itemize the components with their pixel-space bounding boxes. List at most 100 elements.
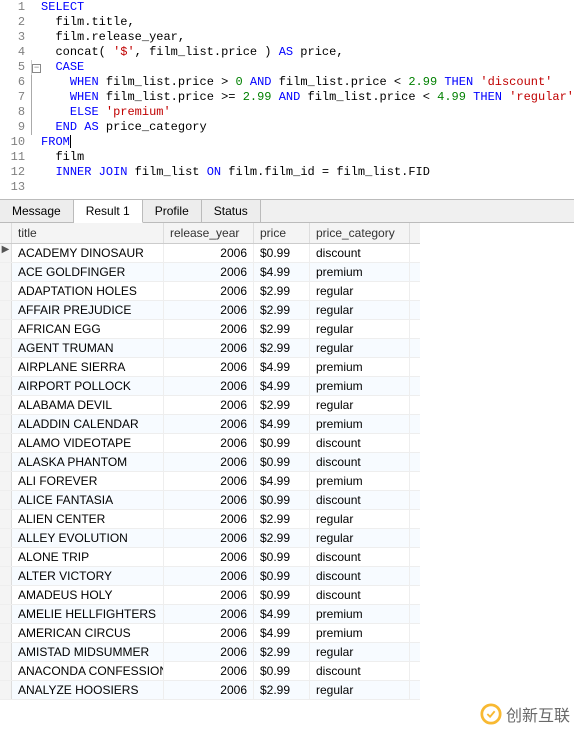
cell-price[interactable]: $4.99 bbox=[254, 605, 310, 623]
cell-price_category[interactable]: premium bbox=[310, 605, 410, 623]
table-row[interactable]: ALAMO VIDEOTAPE2006$0.99discount bbox=[0, 434, 420, 453]
cell-release_year[interactable]: 2006 bbox=[164, 358, 254, 376]
table-row[interactable]: AIRPLANE SIERRA2006$4.99premium bbox=[0, 358, 420, 377]
table-row[interactable]: AFRICAN EGG2006$2.99regular bbox=[0, 320, 420, 339]
cell-title[interactable]: ALONE TRIP bbox=[12, 548, 164, 566]
cell-price_category[interactable]: discount bbox=[310, 434, 410, 452]
tab-profile[interactable]: Profile bbox=[143, 200, 202, 222]
cell-price_category[interactable]: discount bbox=[310, 491, 410, 509]
table-row[interactable]: ALTER VICTORY2006$0.99discount bbox=[0, 567, 420, 586]
cell-release_year[interactable]: 2006 bbox=[164, 472, 254, 490]
cell-title[interactable]: ALLEY EVOLUTION bbox=[12, 529, 164, 547]
cell-price_category[interactable]: discount bbox=[310, 586, 410, 604]
table-row[interactable]: AMELIE HELLFIGHTERS2006$4.99premium bbox=[0, 605, 420, 624]
cell-price_category[interactable]: regular bbox=[310, 643, 410, 661]
cell-title[interactable]: AMISTAD MIDSUMMER bbox=[12, 643, 164, 661]
table-row[interactable]: ANALYZE HOOSIERS2006$2.99regular bbox=[0, 681, 420, 700]
table-row[interactable]: AMERICAN CIRCUS2006$4.99premium bbox=[0, 624, 420, 643]
cell-release_year[interactable]: 2006 bbox=[164, 510, 254, 528]
tab-result-1[interactable]: Result 1 bbox=[74, 200, 143, 223]
col-header-price[interactable]: price bbox=[254, 223, 310, 243]
cell-title[interactable]: ALIEN CENTER bbox=[12, 510, 164, 528]
table-row[interactable]: AGENT TRUMAN2006$2.99regular bbox=[0, 339, 420, 358]
cell-price[interactable]: $2.99 bbox=[254, 339, 310, 357]
cell-price[interactable]: $0.99 bbox=[254, 548, 310, 566]
cell-price_category[interactable]: regular bbox=[310, 301, 410, 319]
cell-release_year[interactable]: 2006 bbox=[164, 681, 254, 699]
cell-release_year[interactable]: 2006 bbox=[164, 263, 254, 281]
cell-price_category[interactable]: regular bbox=[310, 339, 410, 357]
col-header-title[interactable]: title bbox=[12, 223, 164, 243]
cell-title[interactable]: ALI FOREVER bbox=[12, 472, 164, 490]
col-header-release-year[interactable]: release_year bbox=[164, 223, 254, 243]
cell-price_category[interactable]: discount bbox=[310, 244, 410, 262]
code-line[interactable]: INNER JOIN film_list ON film.film_id = f… bbox=[41, 165, 574, 180]
cell-title[interactable]: ACE GOLDFINGER bbox=[12, 263, 164, 281]
cell-price[interactable]: $4.99 bbox=[254, 472, 310, 490]
cell-release_year[interactable]: 2006 bbox=[164, 320, 254, 338]
code-line[interactable]: film.title, bbox=[41, 15, 574, 30]
cell-title[interactable]: ACADEMY DINOSAUR bbox=[12, 244, 164, 262]
cell-title[interactable]: ALADDIN CALENDAR bbox=[12, 415, 164, 433]
code-line[interactable]: film.release_year, bbox=[41, 30, 574, 45]
cell-title[interactable]: AMELIE HELLFIGHTERS bbox=[12, 605, 164, 623]
table-row[interactable]: ANACONDA CONFESSIONS2006$0.99discount bbox=[0, 662, 420, 681]
cell-price[interactable]: $2.99 bbox=[254, 301, 310, 319]
table-row[interactable]: ALIEN CENTER2006$2.99regular bbox=[0, 510, 420, 529]
table-row[interactable]: ALI FOREVER2006$4.99premium bbox=[0, 472, 420, 491]
cell-price_category[interactable]: discount bbox=[310, 453, 410, 471]
cell-price[interactable]: $0.99 bbox=[254, 491, 310, 509]
cell-price_category[interactable]: premium bbox=[310, 472, 410, 490]
cell-price[interactable]: $2.99 bbox=[254, 510, 310, 528]
cell-title[interactable]: ALASKA PHANTOM bbox=[12, 453, 164, 471]
fold-minus-icon[interactable]: − bbox=[32, 64, 41, 73]
sql-editor[interactable]: 12345678910111213 − SELECT film.title, f… bbox=[0, 0, 574, 195]
cell-release_year[interactable]: 2006 bbox=[164, 434, 254, 452]
cell-price[interactable]: $2.99 bbox=[254, 681, 310, 699]
tab-message[interactable]: Message bbox=[0, 200, 74, 222]
table-row[interactable]: ALLEY EVOLUTION2006$2.99regular bbox=[0, 529, 420, 548]
code-line[interactable]: concat( '$', film_list.price ) AS price, bbox=[41, 45, 574, 60]
cell-price_category[interactable]: regular bbox=[310, 282, 410, 300]
cell-release_year[interactable]: 2006 bbox=[164, 624, 254, 642]
cell-price[interactable]: $4.99 bbox=[254, 415, 310, 433]
cell-title[interactable]: AFRICAN EGG bbox=[12, 320, 164, 338]
cell-release_year[interactable]: 2006 bbox=[164, 567, 254, 585]
cell-title[interactable]: ANACONDA CONFESSIONS bbox=[12, 662, 164, 680]
cell-title[interactable]: ADAPTATION HOLES bbox=[12, 282, 164, 300]
cell-release_year[interactable]: 2006 bbox=[164, 244, 254, 262]
cell-price_category[interactable]: regular bbox=[310, 320, 410, 338]
cell-price_category[interactable]: regular bbox=[310, 510, 410, 528]
table-row[interactable]: AMISTAD MIDSUMMER2006$2.99regular bbox=[0, 643, 420, 662]
cell-title[interactable]: AFFAIR PREJUDICE bbox=[12, 301, 164, 319]
cell-release_year[interactable]: 2006 bbox=[164, 643, 254, 661]
table-row[interactable]: AFFAIR PREJUDICE2006$2.99regular bbox=[0, 301, 420, 320]
cell-title[interactable]: ANALYZE HOOSIERS bbox=[12, 681, 164, 699]
cell-release_year[interactable]: 2006 bbox=[164, 662, 254, 680]
cell-release_year[interactable]: 2006 bbox=[164, 605, 254, 623]
cell-release_year[interactable]: 2006 bbox=[164, 548, 254, 566]
code-line[interactable]: END AS price_category bbox=[41, 120, 574, 135]
code-line[interactable]: SELECT bbox=[41, 0, 574, 15]
table-row[interactable]: ▶ACADEMY DINOSAUR2006$0.99discount bbox=[0, 244, 420, 263]
cell-title[interactable]: AIRPORT POLLOCK bbox=[12, 377, 164, 395]
cell-release_year[interactable]: 2006 bbox=[164, 415, 254, 433]
cell-title[interactable]: ALTER VICTORY bbox=[12, 567, 164, 585]
cell-release_year[interactable]: 2006 bbox=[164, 396, 254, 414]
cell-price[interactable]: $4.99 bbox=[254, 263, 310, 281]
cell-price[interactable]: $0.99 bbox=[254, 244, 310, 262]
cell-release_year[interactable]: 2006 bbox=[164, 453, 254, 471]
cell-title[interactable]: ALAMO VIDEOTAPE bbox=[12, 434, 164, 452]
cell-price[interactable]: $4.99 bbox=[254, 358, 310, 376]
result-grid[interactable]: title release_year price price_category … bbox=[0, 223, 420, 700]
cell-price_category[interactable]: premium bbox=[310, 624, 410, 642]
cell-title[interactable]: AIRPLANE SIERRA bbox=[12, 358, 164, 376]
cell-price[interactable]: $2.99 bbox=[254, 396, 310, 414]
table-row[interactable]: ALABAMA DEVIL2006$2.99regular bbox=[0, 396, 420, 415]
cell-release_year[interactable]: 2006 bbox=[164, 282, 254, 300]
tab-status[interactable]: Status bbox=[202, 200, 261, 222]
cell-title[interactable]: AMERICAN CIRCUS bbox=[12, 624, 164, 642]
code-line[interactable] bbox=[41, 180, 574, 195]
cell-price[interactable]: $0.99 bbox=[254, 586, 310, 604]
cell-release_year[interactable]: 2006 bbox=[164, 491, 254, 509]
